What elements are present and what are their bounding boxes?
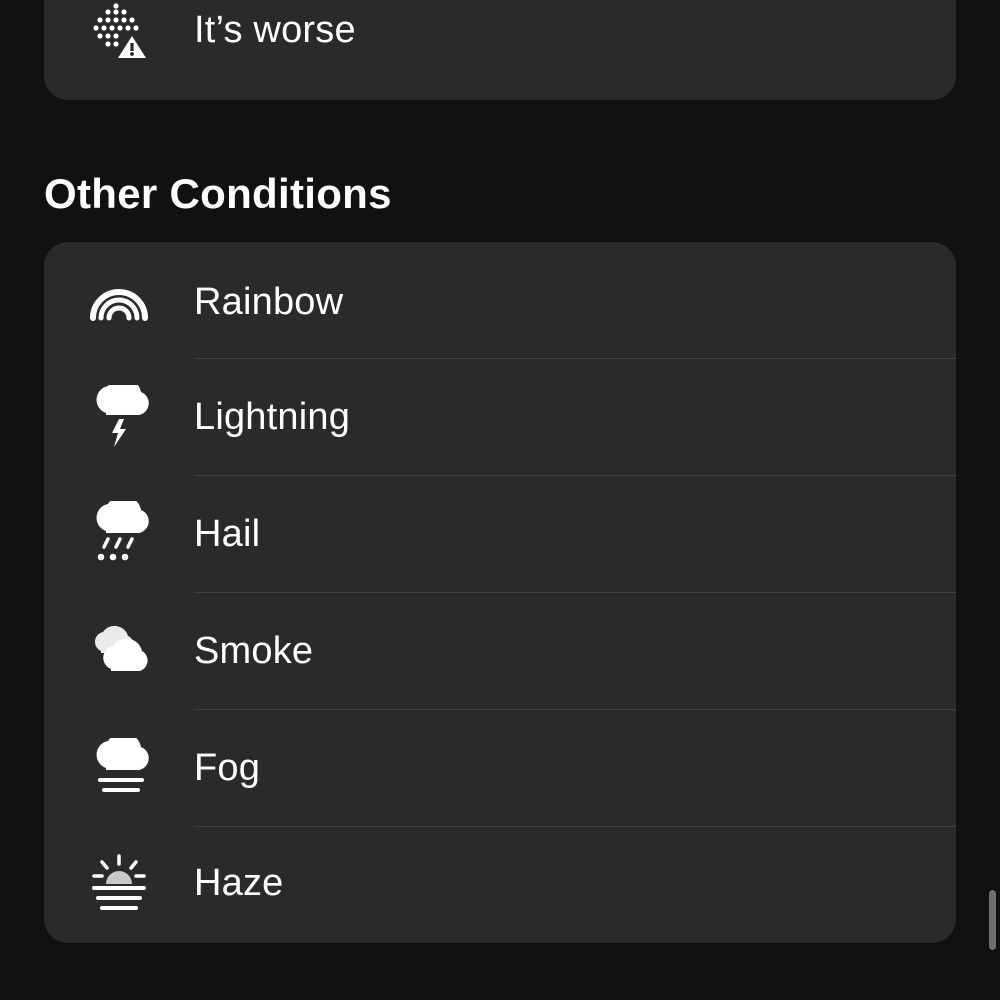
scrollbar-thumb[interactable] [989, 890, 996, 950]
condition-label: Haze [194, 862, 956, 905]
haze-icon [44, 854, 194, 912]
condition-label: Lightning [194, 396, 956, 439]
condition-label: Rainbow [194, 281, 956, 324]
condition-label: Smoke [194, 630, 956, 673]
smoke-icon [44, 625, 194, 677]
fog-icon [44, 738, 194, 798]
air-quality-card: It’s worse [44, 0, 956, 100]
lightning-icon [44, 385, 194, 449]
condition-rainbow[interactable]: Rainbow [44, 242, 956, 358]
hail-icon [44, 501, 194, 567]
section-title-next: D [44, 991, 956, 1000]
condition-label: Hail [194, 513, 956, 556]
condition-label: Fog [194, 747, 956, 790]
condition-haze[interactable]: Haze [44, 827, 956, 943]
condition-lightning[interactable]: Lightning [44, 359, 956, 475]
condition-smoke[interactable]: Smoke [44, 593, 956, 709]
condition-hail[interactable]: Hail [44, 476, 956, 592]
other-conditions-card: Rainbow Lightning [44, 242, 956, 943]
condition-fog[interactable]: Fog [44, 710, 956, 826]
option-label: It’s worse [194, 9, 956, 52]
option-its-worse[interactable]: It’s worse [44, 0, 956, 92]
section-title-other-conditions: Other Conditions [44, 170, 956, 218]
air-quality-warning-icon [44, 0, 194, 60]
rainbow-icon [44, 282, 194, 322]
